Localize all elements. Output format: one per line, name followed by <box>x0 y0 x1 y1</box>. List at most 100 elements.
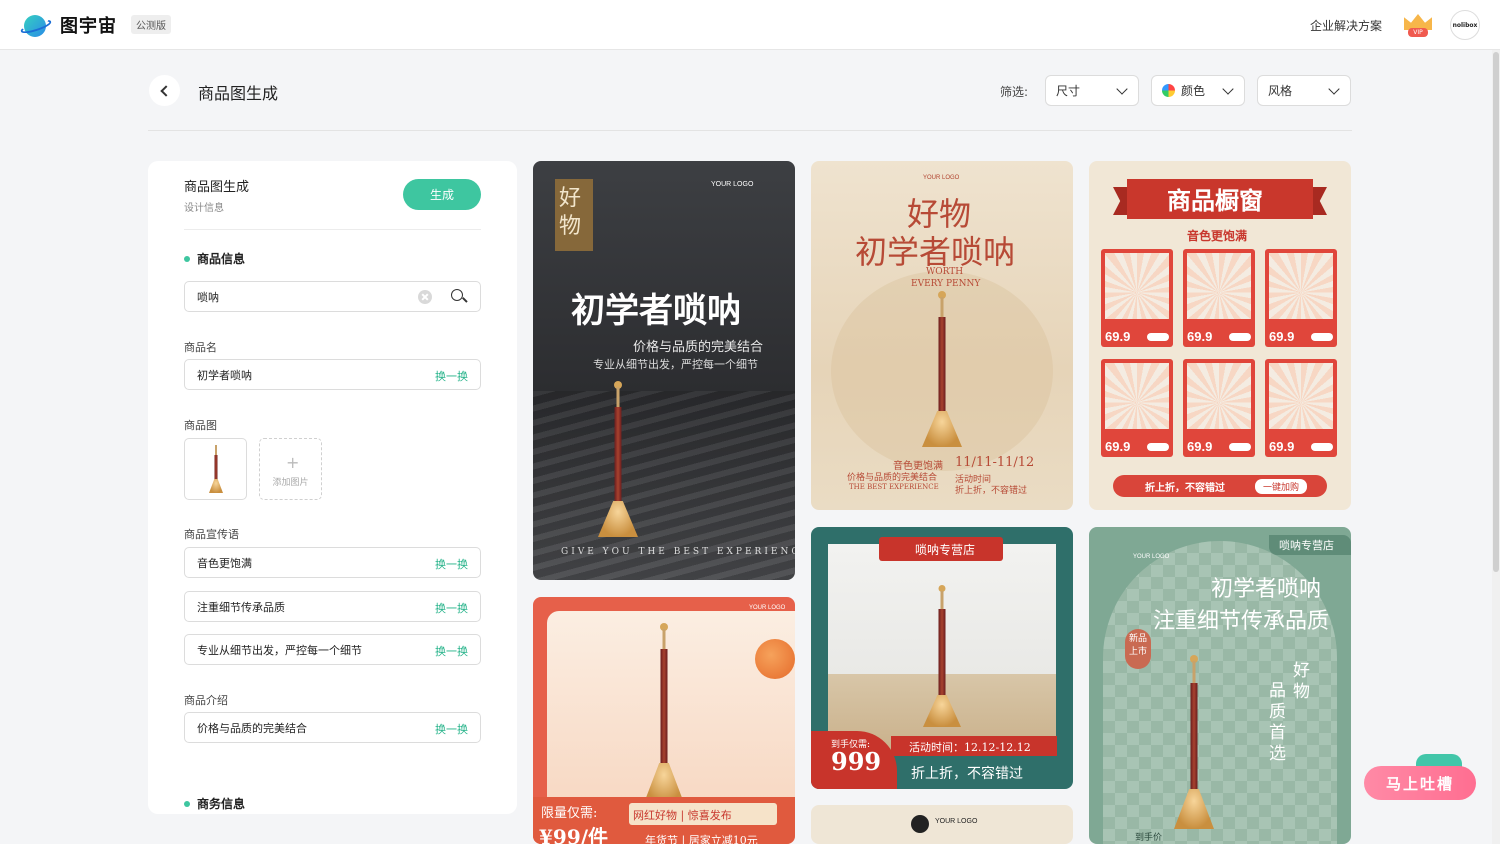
template-card-beige-classic[interactable]: YOUR LOGO 好物 初学者唢呐 WORTH EVERY PENNY 音色更… <box>811 161 1073 510</box>
tile-price: 69.9 <box>1187 439 1213 454</box>
card-line-2: 专业从细节出发，严控每一个细节 <box>593 358 758 371</box>
scrollbar-thumb[interactable] <box>1493 52 1499 572</box>
product-info-heading: 商品信息 <box>184 250 245 267</box>
product-image-label: 商品图 <box>184 419 217 432</box>
seal-badge: 新品上市 <box>1125 629 1151 669</box>
generate-button[interactable]: 生成 <box>403 179 481 210</box>
tile-buy-button <box>1311 333 1333 341</box>
planet-logo-icon <box>19 12 53 38</box>
card-logo: YOUR LOGO <box>749 605 786 611</box>
feedback-button[interactable]: 马上吐槽 <box>1364 766 1476 800</box>
add-image-button[interactable]: + 添加图片 <box>259 438 322 500</box>
swap-button[interactable]: 换一换 <box>435 600 468 616</box>
chevron-down-icon <box>1116 83 1128 95</box>
badge-price: 999 <box>831 747 882 776</box>
product-tile: 69.9 <box>1265 359 1337 457</box>
swap-button[interactable]: 换一换 <box>435 643 468 659</box>
tile-price: 69.9 <box>1187 329 1213 344</box>
swap-button[interactable]: 换一换 <box>435 721 468 737</box>
template-card-teal-shop[interactable]: 唢呐专营店 活动时间：12.12-12.12 到手仅需: 999 折上折，不容错… <box>811 527 1073 789</box>
template-card-product-window[interactable]: 商品橱窗 音色更饱满 69.9 69.9 69.9 69.9 69.9 69.9… <box>1089 161 1351 510</box>
template-card-orange-festival[interactable]: YOUR LOGO 限量仅需: ¥99/件 网红好物 | 惊喜发布 年货节 | … <box>533 597 795 844</box>
card-left-3: THE BEST EXPERIENCE <box>849 483 939 491</box>
slogan-field-3[interactable]: 专业从细节出发，严控每一个细节 换一换 <box>184 634 481 665</box>
card-left-2: 价格与品质的完美结合 <box>847 473 938 483</box>
card-slogan: 折上折，不容错过 <box>911 766 1023 782</box>
style-filter-value: 风格 <box>1268 84 1293 98</box>
app-logo[interactable]: 图宇宙 公测版 <box>19 12 171 38</box>
slogan-field-2[interactable]: 注重细节传承品质 换一换 <box>184 591 481 622</box>
page-scrollbar[interactable] <box>1492 50 1500 844</box>
logo-text: 图宇宙 <box>60 15 117 37</box>
tile-price: 69.9 <box>1105 329 1131 344</box>
avatar[interactable]: nolibox <box>1450 10 1480 40</box>
vip-crown-icon[interactable]: VIP <box>1402 12 1434 38</box>
card-date: 11/11-11/12 <box>955 455 1035 470</box>
chevron-down-icon <box>1328 83 1340 95</box>
template-card-green-arch[interactable]: 唢呐专营店 YOUR LOGO 初学者唢呐 注重细节传承品质 新品上市 好物 品… <box>1089 527 1351 844</box>
vip-badge: VIP <box>1408 28 1428 37</box>
chevron-down-icon <box>1222 83 1234 95</box>
product-name-value: 初学者唢呐 <box>197 368 252 382</box>
card-title: 初学者唢呐 <box>571 291 741 331</box>
header-divider <box>148 130 1352 131</box>
tile-buy-button <box>1311 443 1333 451</box>
panel-divider <box>184 229 481 230</box>
search-icon[interactable] <box>450 288 468 306</box>
template-card-ink-dark[interactable]: 好物 YOUR LOGO 初学者唢呐 价格与品质的完美结合 专业从细节出发，严控… <box>533 161 795 580</box>
swap-button[interactable]: 换一换 <box>435 368 468 384</box>
bottom-text: 年货节 | 居家立减10元 <box>645 834 758 844</box>
business-info-label: 商务信息 <box>197 797 246 811</box>
slogan-value-2: 注重细节传承品质 <box>197 600 285 614</box>
product-info-label: 商品信息 <box>197 252 246 266</box>
card-subtitle: 音色更饱满 <box>1187 229 1248 243</box>
enterprise-solutions-link[interactable]: 企业解决方案 <box>1310 17 1382 34</box>
product-search-input[interactable]: 唢呐 <box>184 281 481 312</box>
clear-icon[interactable] <box>418 290 432 304</box>
add-image-label: 添加图片 <box>272 478 309 488</box>
suona-image <box>205 445 227 495</box>
product-tile: 69.9 <box>1101 249 1173 347</box>
activity-text: 活动时间：12.12-12.12 <box>909 741 1031 754</box>
card-logo: YOUR LOGO <box>711 181 754 188</box>
design-info-panel: 商品图生成 设计信息 生成 商品信息 唢呐 商品名 初学者唢呐 换一换 商品图 … <box>148 161 517 814</box>
size-filter-select[interactable]: 尺寸 <box>1045 75 1139 106</box>
product-image-thumbnail[interactable] <box>184 438 247 500</box>
slogan-value-1: 音色更饱满 <box>197 556 252 570</box>
color-wheel-icon <box>1162 84 1175 97</box>
tile-buy-button <box>1229 333 1251 341</box>
style-filter-select[interactable]: 风格 <box>1257 75 1351 106</box>
suona-image <box>598 381 638 541</box>
template-card-partial[interactable]: YOUR LOGO <box>811 805 1073 844</box>
product-name-field[interactable]: 初学者唢呐 换一换 <box>184 359 481 390</box>
bottom-right-button: 一键加购 <box>1255 479 1308 494</box>
price-label: 到手价 <box>1135 832 1163 842</box>
swap-button[interactable]: 换一换 <box>435 556 468 572</box>
lantern-decoration <box>755 639 795 679</box>
tile-buy-button <box>1147 333 1169 341</box>
limit-label: 限量仅需: <box>541 806 598 821</box>
card-logo: YOUR LOGO <box>923 175 960 181</box>
bottom-left-text: 折上折，不容错过 <box>1145 483 1225 494</box>
back-button[interactable] <box>149 75 180 106</box>
business-info-heading: 商务信息 <box>184 795 245 812</box>
intro-field[interactable]: 价格与品质的完美结合 换一换 <box>184 712 481 743</box>
intro-value: 价格与品质的完美结合 <box>197 721 307 735</box>
size-filter-value: 尺寸 <box>1056 84 1081 98</box>
slogan-field-1[interactable]: 音色更饱满 换一换 <box>184 547 481 578</box>
card-footer: GIVE YOU THE BEST EXPERIENCE <box>561 547 795 557</box>
panel-title: 商品图生成 <box>184 180 250 195</box>
suona-image <box>922 291 962 451</box>
vertical-text-2: 品质首选 <box>1269 681 1286 764</box>
panel-subtitle: 设计信息 <box>184 203 224 214</box>
product-tile: 69.9 <box>1183 359 1255 457</box>
page-title: 商品图生成 <box>198 84 279 103</box>
intro-label: 商品介绍 <box>184 694 228 707</box>
card-logo: YOUR LOGO <box>935 818 978 825</box>
card-right-2: 折上折，不容错过 <box>955 486 1028 496</box>
product-tile: 69.9 <box>1183 249 1255 347</box>
tile-buy-button <box>1147 443 1169 451</box>
search-value: 唢呐 <box>197 290 219 304</box>
card-en-2: EVERY PENNY <box>911 279 981 289</box>
color-filter-select[interactable]: 颜色 <box>1151 75 1245 106</box>
